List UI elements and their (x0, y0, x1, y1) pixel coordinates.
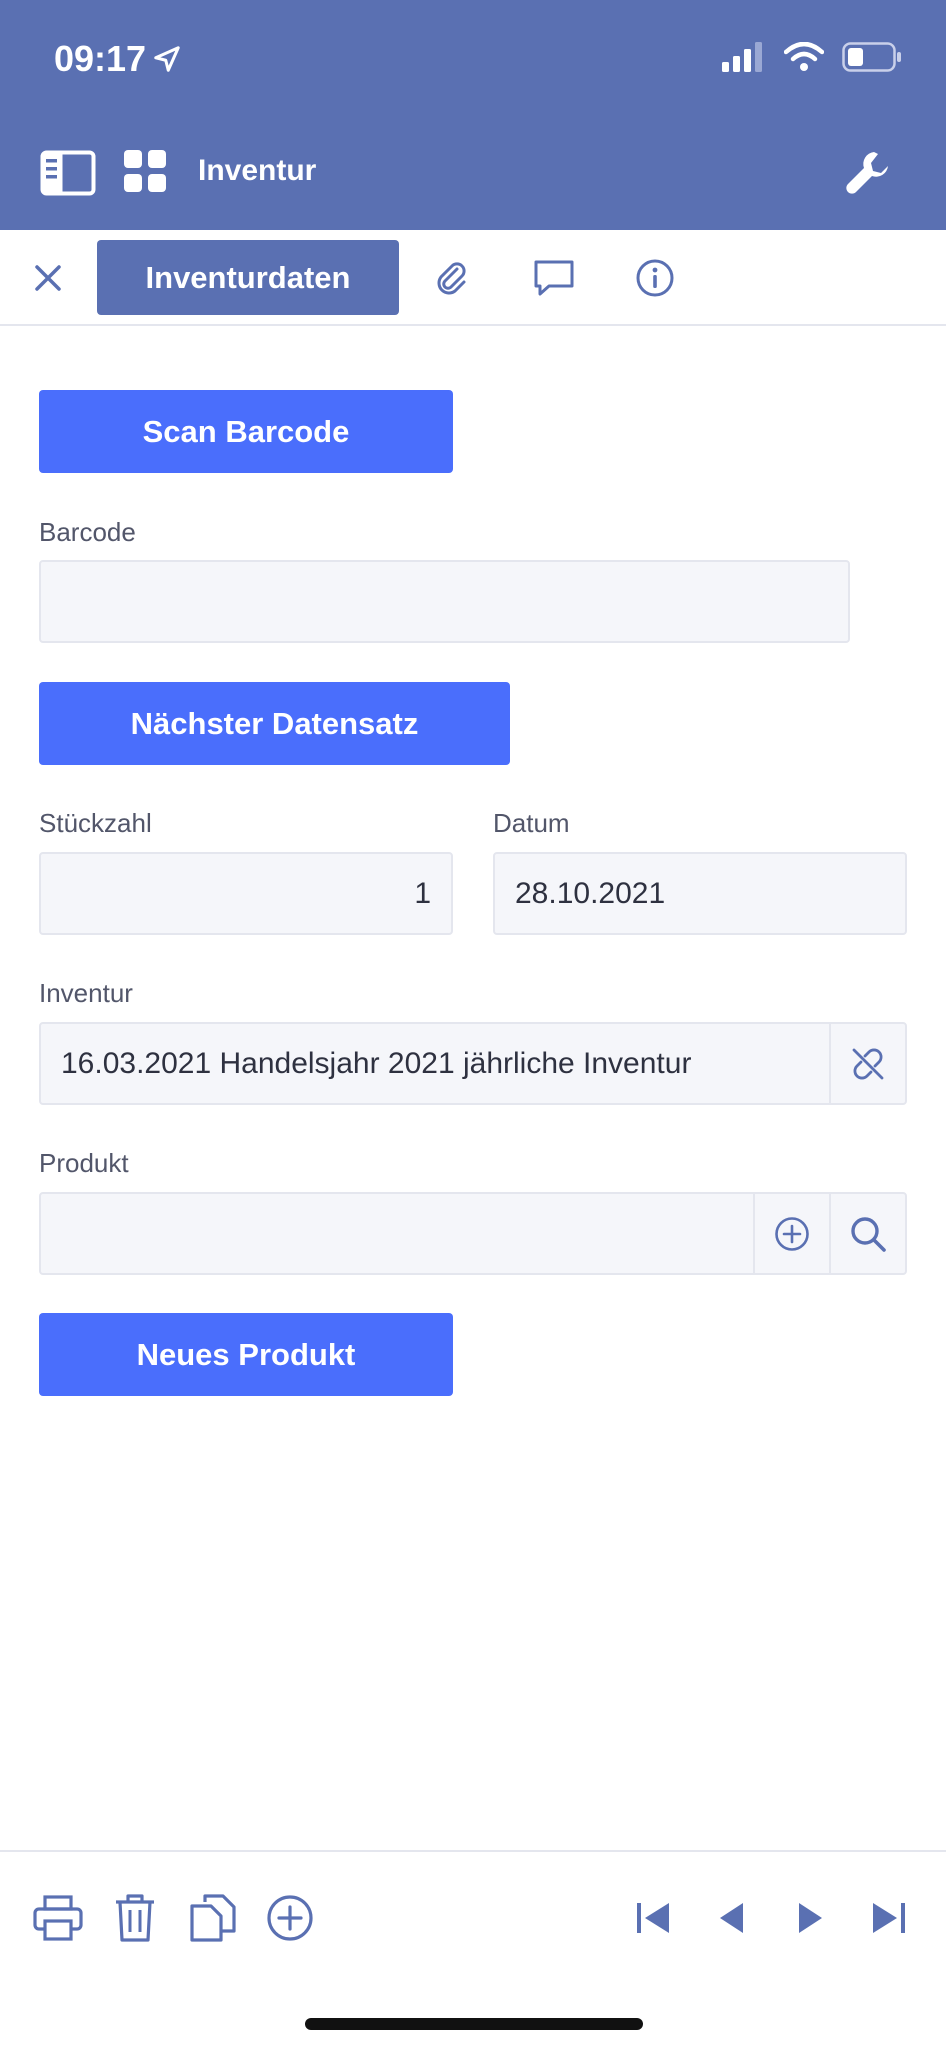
print-button[interactable] (28, 1888, 88, 1948)
barcode-label: Barcode (39, 517, 136, 547)
previous-record-button[interactable] (702, 1888, 762, 1948)
close-button[interactable] (28, 258, 68, 298)
tab-comments[interactable] (531, 256, 577, 300)
comment-icon (534, 260, 574, 296)
copy-icon (190, 1894, 236, 1942)
battery-icon (842, 42, 901, 72)
add-icon (267, 1895, 313, 1941)
prev-icon (720, 1903, 743, 1933)
barcode-input[interactable] (39, 560, 850, 643)
info-icon (636, 259, 674, 297)
last-icon (873, 1903, 905, 1933)
add-record-button[interactable] (260, 1888, 320, 1948)
paperclip-icon (437, 262, 466, 295)
status-indicators (722, 42, 902, 72)
last-record-button[interactable] (858, 1888, 918, 1948)
apps-button[interactable] (124, 150, 166, 197)
new-product-button[interactable]: Neues Produkt (39, 1313, 453, 1396)
home-indicator (305, 2018, 643, 2030)
status-time: 09:17 (54, 38, 182, 80)
date-input[interactable]: 28.10.2021 (493, 852, 907, 935)
unlink-button[interactable] (829, 1024, 905, 1103)
sidebar-icon (40, 150, 96, 196)
delete-button[interactable] (105, 1888, 165, 1948)
status-time-text: 09:17 (54, 38, 147, 79)
wrench-icon (846, 152, 888, 194)
tab-info[interactable] (632, 256, 678, 300)
grid-icon (124, 150, 166, 192)
first-icon (637, 1903, 669, 1933)
search-product-button[interactable] (829, 1194, 905, 1273)
settings-button[interactable] (844, 148, 892, 201)
wifi-icon (784, 42, 824, 71)
next-record-button[interactable]: Nächster Datensatz (39, 682, 510, 765)
next-icon (799, 1903, 822, 1933)
tab-attachments[interactable] (428, 256, 474, 300)
inventory-field[interactable]: 16.03.2021 Handelsjahr 2021 jährliche In… (39, 1022, 907, 1105)
app-header: 09:17 Inventur (0, 0, 946, 230)
nav-row: Inventur (0, 140, 946, 202)
date-label: Datum (493, 808, 570, 838)
tab-inventurdaten[interactable]: Inventurdaten (97, 240, 399, 315)
search-icon (851, 1216, 886, 1252)
tab-bar: Inventurdaten (0, 230, 946, 326)
page-title: Inventur (198, 154, 317, 187)
unlink-icon (852, 1048, 884, 1079)
add-product-button[interactable] (753, 1194, 829, 1273)
inventory-value: 16.03.2021 Handelsjahr 2021 jährliche In… (61, 1046, 692, 1080)
quantity-input[interactable]: 1 (39, 852, 453, 935)
duplicate-button[interactable] (183, 1888, 243, 1948)
product-field[interactable] (39, 1192, 907, 1275)
close-icon (35, 265, 61, 291)
location-arrow-icon (154, 46, 180, 72)
trash-icon (116, 1894, 154, 1942)
next-record-nav-button[interactable] (780, 1888, 840, 1948)
scan-barcode-button[interactable]: Scan Barcode (39, 390, 453, 473)
quantity-value: 1 (414, 876, 431, 910)
print-icon (33, 1895, 83, 1941)
product-label: Produkt (39, 1148, 129, 1178)
sidebar-toggle-button[interactable] (40, 150, 96, 201)
quantity-label: Stückzahl (39, 808, 152, 838)
signal-icon (722, 42, 762, 72)
date-value: 28.10.2021 (515, 876, 666, 910)
plus-circle-icon (775, 1216, 809, 1251)
bottom-toolbar (0, 1850, 946, 2048)
first-record-button[interactable] (624, 1888, 684, 1948)
inventory-label: Inventur (39, 978, 133, 1008)
